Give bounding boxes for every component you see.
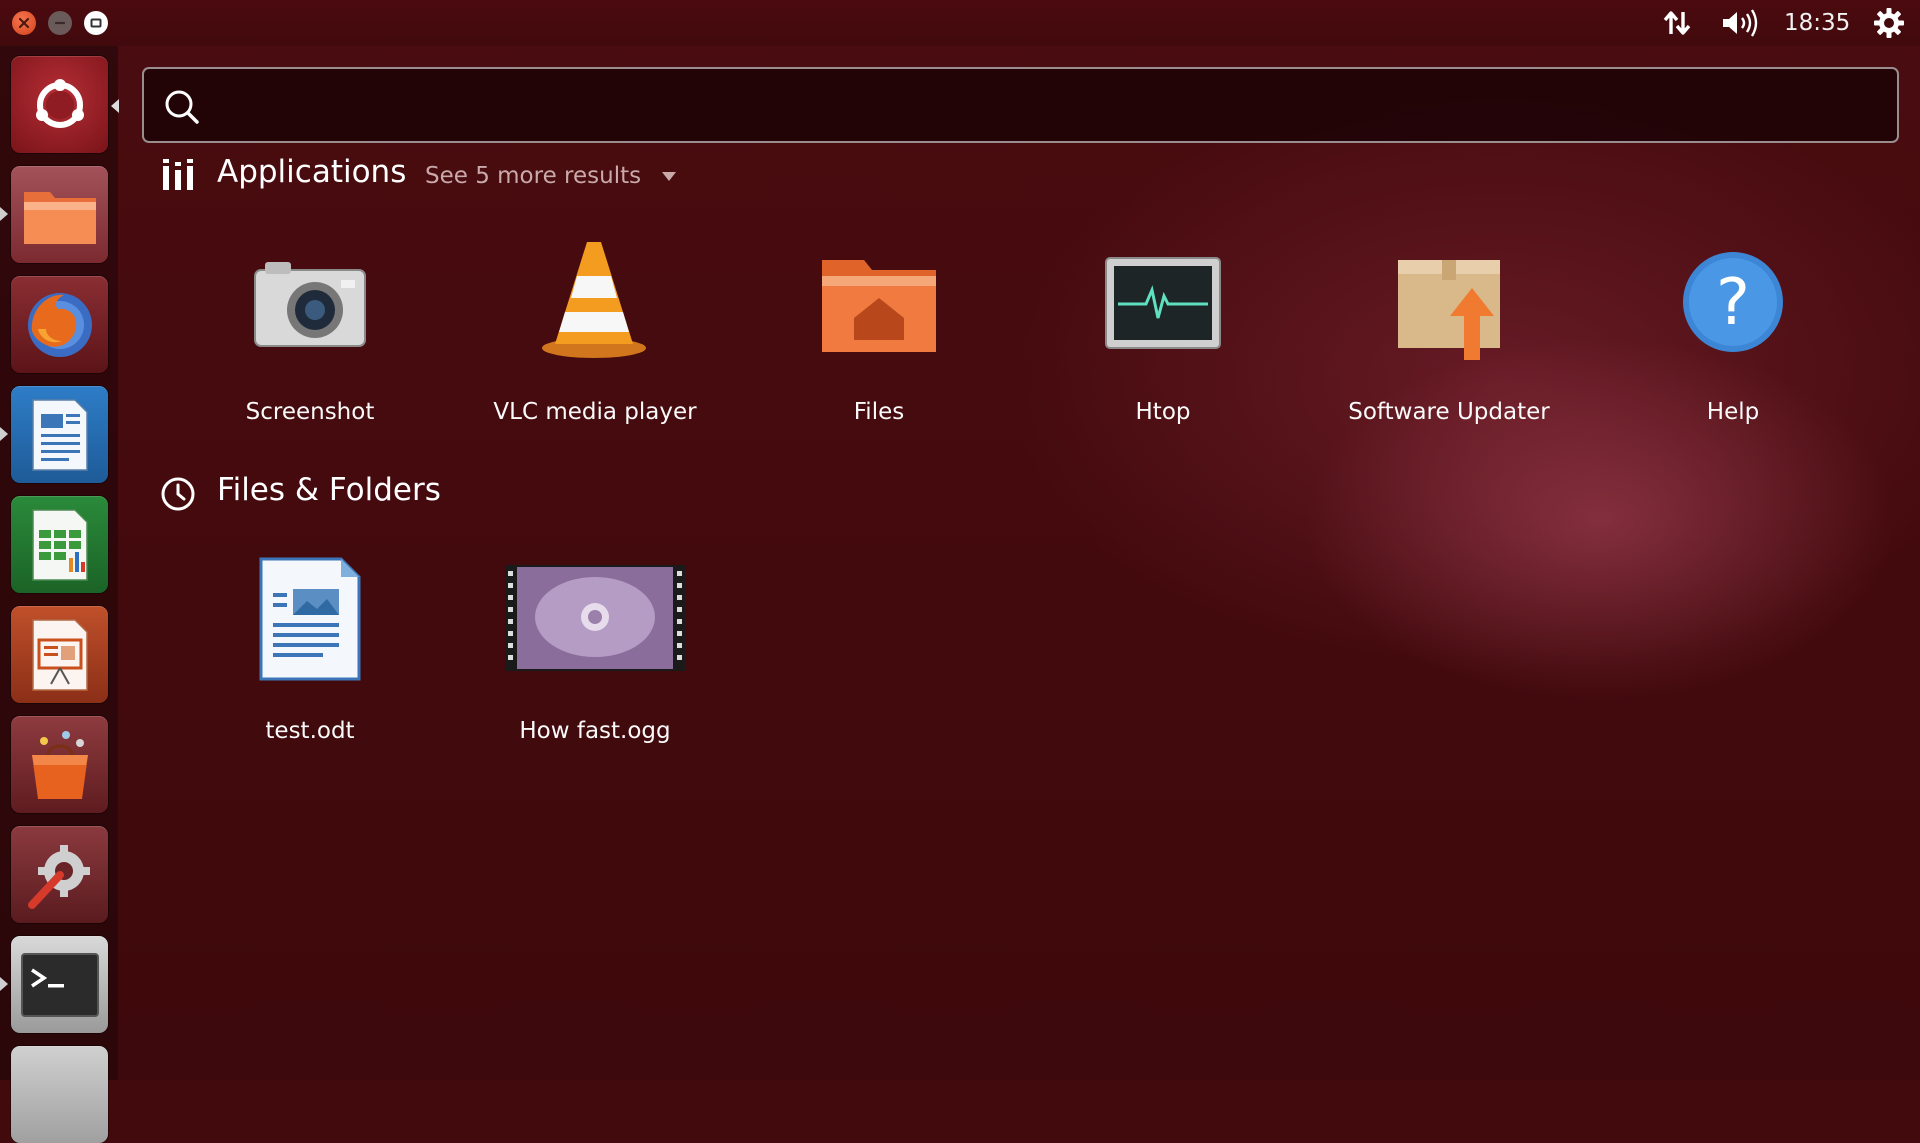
app-label: Software Updater <box>1348 399 1550 425</box>
help-icon: ? <box>1683 252 1783 352</box>
launcher-item-calc[interactable] <box>11 496 108 593</box>
svg-text:?: ? <box>1716 266 1750 340</box>
volume-icon <box>1723 9 1758 37</box>
search-icon <box>165 90 199 124</box>
clock-history-icon <box>161 477 195 511</box>
launcher-item-more[interactable] <box>11 1046 108 1143</box>
home-folder-icon <box>822 260 936 352</box>
launcher-item-dash[interactable] <box>11 56 108 153</box>
firefox-icon <box>27 292 92 357</box>
running-pip <box>0 977 8 991</box>
app-label: Help <box>1706 399 1760 425</box>
ubuntu-logo-icon <box>35 78 84 128</box>
applications-lens-icon <box>163 159 193 190</box>
launcher-item-terminal[interactable] <box>11 936 108 1033</box>
minimize-button[interactable] <box>48 11 72 35</box>
see-more-results[interactable]: See 5 more results <box>425 163 677 189</box>
minimize-icon <box>54 21 66 25</box>
launcher-item-impress[interactable] <box>11 606 108 703</box>
network-icon <box>1663 11 1691 35</box>
calc-icon <box>31 508 88 581</box>
see-more-label: See 5 more results <box>425 163 642 189</box>
file-label: test.odt <box>265 718 355 744</box>
app-label: VLC media player <box>493 399 697 425</box>
file-label: How fast.ogg <box>519 718 671 744</box>
volume-indicator[interactable] <box>1720 0 1760 46</box>
app-label: Screenshot <box>245 399 375 425</box>
shopping-bag-icon <box>31 730 88 799</box>
maximize-button[interactable] <box>84 11 108 35</box>
session-menu[interactable] <box>1872 0 1906 46</box>
video-thumbnail-icon <box>505 565 685 671</box>
close-button[interactable] <box>12 11 36 35</box>
impress-icon <box>31 618 88 691</box>
search-input[interactable] <box>224 79 1878 133</box>
clock-indicator[interactable]: 18:35 <box>1784 0 1850 46</box>
odt-document-icon <box>259 557 361 681</box>
launcher-item-firefox[interactable] <box>11 276 108 373</box>
launcher-item-files[interactable] <box>11 166 108 263</box>
session-gear-icon <box>1874 8 1904 38</box>
launcher-item-writer[interactable] <box>11 386 108 483</box>
applications-title: Applications <box>217 154 407 190</box>
launcher <box>0 46 119 1143</box>
folder-icon <box>23 191 96 244</box>
clock-label: 18:35 <box>1784 10 1851 36</box>
launcher-item-software-center[interactable] <box>11 716 108 813</box>
vlc-cone-icon <box>542 242 646 358</box>
app-label: Htop <box>1135 399 1191 425</box>
system-monitor-icon <box>1105 257 1221 349</box>
network-indicator[interactable] <box>1660 0 1694 46</box>
terminal-icon <box>20 952 99 1017</box>
package-update-icon <box>1398 260 1500 360</box>
app-label: Files <box>853 399 905 425</box>
search-field[interactable] <box>142 67 1899 143</box>
writer-icon <box>31 398 88 471</box>
running-pip <box>0 207 8 221</box>
launcher-item-system-settings[interactable] <box>11 826 108 923</box>
top-panel: 18:35 <box>0 0 1920 46</box>
active-indicator <box>111 99 119 113</box>
camera-icon <box>254 262 366 347</box>
files-folders-title: Files & Folders <box>217 472 441 508</box>
close-icon <box>18 17 30 29</box>
running-pip <box>0 427 8 441</box>
maximize-icon <box>90 18 102 28</box>
settings-wrench-icon <box>27 844 90 909</box>
chevron-down-icon <box>662 172 677 181</box>
